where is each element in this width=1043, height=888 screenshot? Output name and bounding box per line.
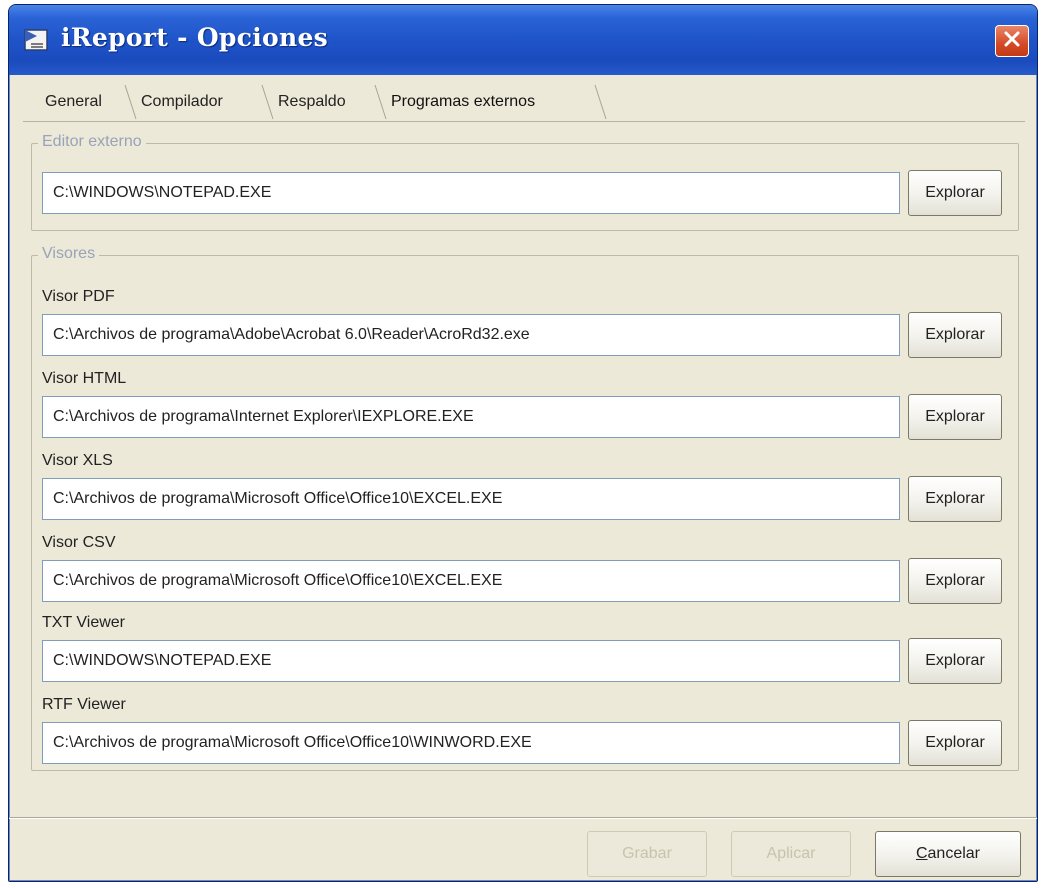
editor-externo-group: Editor externo C:\WINDOWS\NOTEPAD.EXE Ex… [31, 133, 1019, 231]
editor-externo-legend: Editor externo [38, 133, 146, 151]
visor-csv-path-input[interactable]: C:\Archivos de programa\Microsoft Office… [42, 560, 900, 602]
visor-xls-explore-button[interactable]: Explorar [908, 476, 1002, 522]
tab-separator [594, 84, 607, 120]
tab-general[interactable]: General [45, 79, 102, 123]
txt-viewer-explore-button[interactable]: Explorar [908, 638, 1002, 684]
visor-csv-label: Visor CSV [42, 534, 116, 551]
close-icon [1003, 30, 1021, 53]
close-button[interactable] [995, 25, 1029, 57]
editor-externo-explore-button[interactable]: Explorar [908, 170, 1002, 216]
tab-underline [23, 121, 1025, 122]
visores-legend: Visores [38, 245, 100, 263]
tab-strip: General Compilador Respaldo Programas ex… [31, 79, 1011, 123]
title-bar[interactable]: iReport - Opciones [9, 5, 1037, 75]
txt-viewer-path-input[interactable]: C:\WINDOWS\NOTEPAD.EXE [42, 640, 900, 682]
save-button[interactable]: Grabar [587, 831, 707, 877]
rtf-viewer-path-input[interactable]: C:\Archivos de programa\Microsoft Office… [42, 722, 900, 764]
cancel-label-rest: ancelar [927, 845, 981, 862]
visor-xls-path-input[interactable]: C:\Archivos de programa\Microsoft Office… [42, 478, 900, 520]
visor-pdf-path-input[interactable]: C:\Archivos de programa\Adobe\Acrobat 6.… [42, 314, 900, 356]
footer-divider-highlight [9, 818, 1037, 819]
rtf-viewer-label: RTF Viewer [42, 696, 126, 713]
cancel-button[interactable]: Cancelar [875, 831, 1021, 877]
editor-externo-path-input[interactable]: C:\WINDOWS\NOTEPAD.EXE [42, 172, 900, 214]
visor-pdf-label: Visor PDF [42, 288, 115, 305]
cancel-mnemonic: C [915, 845, 928, 862]
visor-html-explore-button[interactable]: Explorar [908, 394, 1002, 440]
tab-separator [374, 84, 387, 120]
apply-button[interactable]: Aplicar [731, 831, 851, 877]
txt-viewer-label: TXT Viewer [42, 614, 125, 631]
tab-compilador[interactable]: Compilador [141, 79, 223, 123]
tab-respaldo[interactable]: Respaldo [278, 79, 346, 123]
visor-html-path-input[interactable]: C:\Archivos de programa\Internet Explore… [42, 396, 900, 438]
options-dialog: iReport - Opciones General Compilador Re… [8, 4, 1038, 882]
tab-separator [124, 84, 137, 120]
tab-separator [261, 84, 274, 120]
visor-csv-explore-button[interactable]: Explorar [908, 558, 1002, 604]
visor-html-label: Visor HTML [42, 370, 127, 387]
window-title: iReport - Opciones [61, 23, 329, 52]
visores-group: Visores Visor PDF C:\Archivos de program… [31, 245, 1019, 771]
tab-programas-externos[interactable]: Programas externos [391, 79, 535, 123]
visor-pdf-explore-button[interactable]: Explorar [908, 312, 1002, 358]
visor-xls-label: Visor XLS [42, 452, 113, 469]
report-document-icon [23, 27, 51, 53]
rtf-viewer-explore-button[interactable]: Explorar [908, 720, 1002, 766]
